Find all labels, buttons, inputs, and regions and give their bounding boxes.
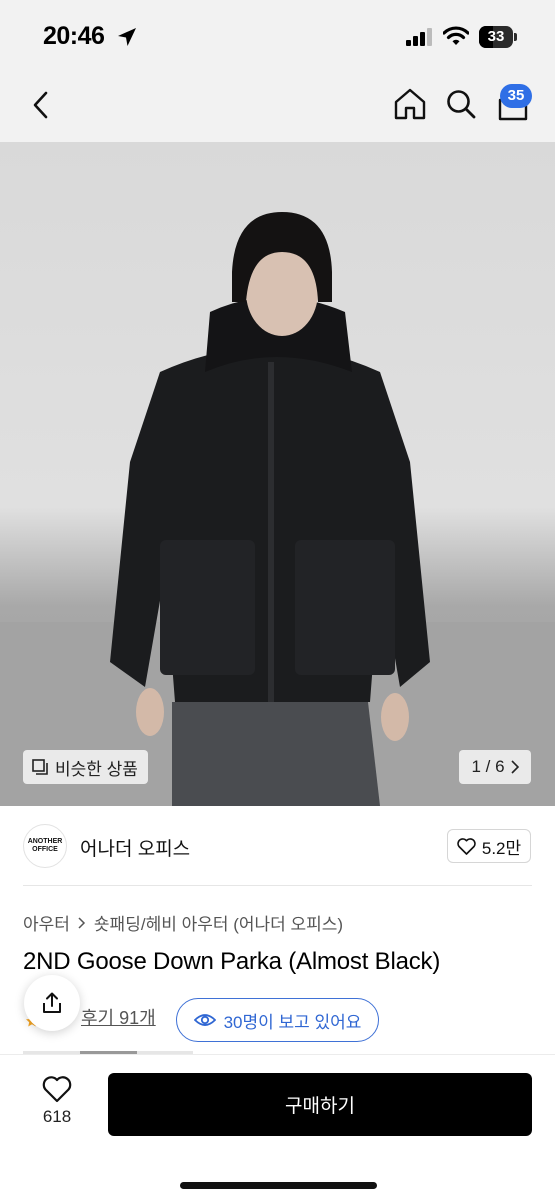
gallery-page-indicator[interactable]: 1 / 6 <box>459 750 531 784</box>
brand-logo[interactable]: ANOTHER OFFICE <box>23 824 67 868</box>
brand-logo-text: ANOTHER OFFICE <box>27 838 63 853</box>
breadcrumb-item-category[interactable]: 아우터 <box>23 910 70 935</box>
search-icon[interactable] <box>445 87 477 121</box>
divider <box>23 885 532 886</box>
heart-icon <box>42 1076 72 1103</box>
wifi-icon <box>443 26 469 45</box>
wishlist-count: 618 <box>42 1107 72 1126</box>
stack-icon <box>32 759 48 775</box>
buy-button[interactable]: 구매하기 <box>108 1073 532 1136</box>
product-photo <box>0 212 555 806</box>
chevron-right-icon <box>78 916 85 929</box>
top-nav-bar: 35 <box>0 70 555 142</box>
breadcrumb: 아우터 숏패딩/헤비 아우터 (어나더 오피스) <box>23 910 343 935</box>
similar-products-label: 비슷한 상품 <box>55 759 138 779</box>
brand-like-button[interactable]: 5.2만 <box>447 829 531 863</box>
share-button[interactable] <box>24 975 80 1031</box>
chevron-right-icon <box>510 760 519 774</box>
status-bar: 20:46 33 <box>0 0 555 70</box>
product-title: 2ND Goose Down Parka (Almost Black) <box>23 948 441 975</box>
eye-icon <box>193 1014 216 1026</box>
similar-products-button[interactable]: 비슷한 상품 <box>23 750 148 784</box>
review-count-link[interactable]: 후기 91개 <box>81 1004 156 1030</box>
status-time: 20:46 <box>43 22 105 50</box>
viewers-badge: 30명이 보고 있어요 <box>176 998 379 1042</box>
location-arrow-icon <box>118 28 136 46</box>
brand-row[interactable]: ANOTHER OFFICE 어나더 오피스 5.2만 <box>0 806 555 886</box>
wishlist-button[interactable]: 618 <box>30 1073 84 1133</box>
home-icon[interactable] <box>393 87 427 121</box>
bottom-action-bar: 618 구매하기 <box>0 1054 555 1200</box>
brand-like-count: 5.2만 <box>481 838 522 858</box>
cellular-signal-icon <box>406 28 432 46</box>
cart-count-badge: 35 <box>500 84 532 108</box>
viewers-label: 30명이 보고 있어요 <box>223 1012 362 1032</box>
battery-icon: 33 <box>479 26 517 48</box>
breadcrumb-item-subcategory[interactable]: 숏패딩/헤비 아우터 (어나더 오피스) <box>94 910 343 935</box>
product-image[interactable]: 비슷한 상품 1 / 6 <box>0 142 555 806</box>
home-indicator <box>180 1182 377 1189</box>
buy-button-label: 구매하기 <box>285 1096 355 1117</box>
brand-name[interactable]: 어나더 오피스 <box>80 834 190 861</box>
heart-icon <box>457 837 476 855</box>
share-icon <box>43 992 61 1013</box>
battery-level: 33 <box>487 28 505 45</box>
back-chevron-icon[interactable] <box>28 88 54 122</box>
gallery-page-text: 1 / 6 <box>471 757 505 776</box>
